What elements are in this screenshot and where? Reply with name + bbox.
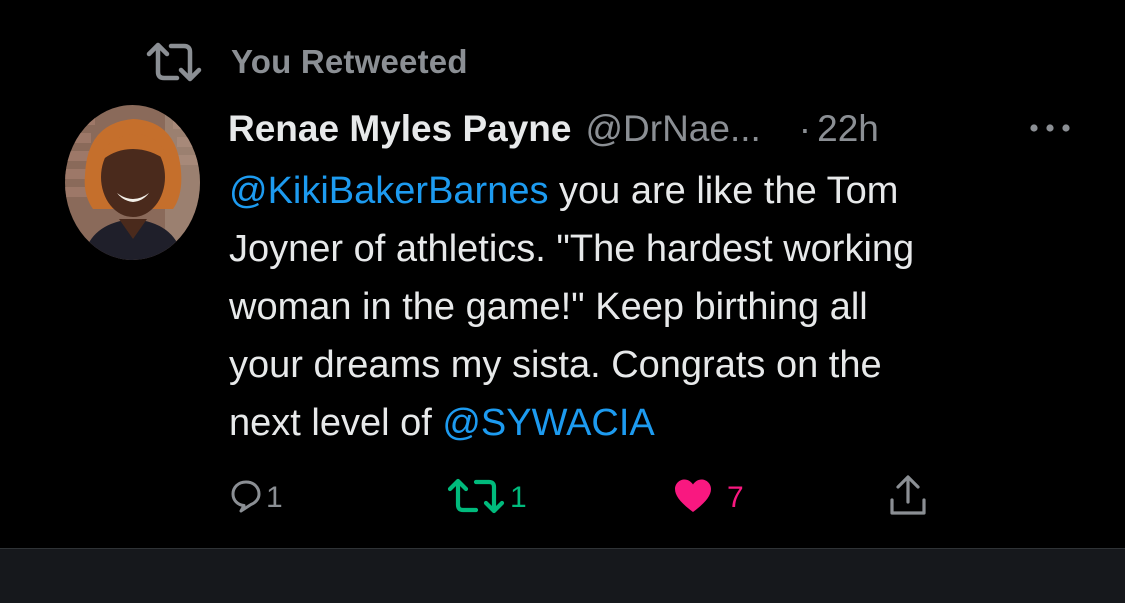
tweet-body-line: woman in the game!" Keep birthing all [229, 278, 1109, 336]
retweet-count: 1 [510, 481, 527, 514]
tweet-body-line: Joyner of athletics. "The hardest workin… [229, 220, 1109, 278]
tweet-text: you are like the Tom [548, 170, 899, 212]
reply-count: 1 [266, 481, 283, 514]
heart-icon [673, 478, 713, 519]
tweet-body-line: your dreams my sista. Congrats on the [229, 336, 1109, 394]
retweet-button[interactable]: 1 [446, 470, 527, 526]
retweet-label: You Retweeted [231, 43, 468, 80]
tweet-text: Joyner of athletics. "The hardest workin… [229, 228, 915, 270]
reply-bubble-icon [230, 479, 262, 518]
bottom-bar [0, 548, 1125, 603]
tweet-text: your dreams my sista. Congrats on the [229, 344, 882, 386]
reply-button[interactable]: 1 [230, 470, 283, 526]
like-count: 7 [727, 481, 744, 514]
author-handle[interactable]: @DrNae... [585, 108, 760, 150]
separator-dot: · [798, 108, 812, 149]
avatar[interactable] [65, 105, 200, 260]
tweet-body-line: next level of @SYWACIA [229, 394, 1109, 452]
tweet-actions: 1 1 7 [0, 470, 1125, 526]
share-icon [888, 474, 928, 523]
tweet-timestamp[interactable]: 22h [817, 108, 879, 150]
more-options-icon[interactable] [1028, 116, 1072, 140]
retweet-icon [145, 40, 203, 84]
retweet-icon [446, 477, 506, 520]
author-name[interactable]: Renae Myles Payne [228, 108, 571, 150]
tweet-body-line: @KikiBakerBarnes you are like the Tom [229, 162, 1109, 220]
tweet-header: Renae Myles Payne @DrNae... · 22h [228, 104, 1088, 154]
retweet-banner: You Retweeted [145, 40, 468, 84]
like-button[interactable]: 7 [673, 470, 744, 526]
tweet-card[interactable]: You Retweeted Renae Myles Payne @DrNae..… [0, 0, 1125, 548]
tweet-text: next level of [229, 402, 443, 444]
mention-link[interactable]: @KikiBakerBarnes [229, 170, 548, 212]
mention-link[interactable]: @SYWACIA [442, 402, 654, 444]
tweet-body: @KikiBakerBarnes you are like the Tom Jo… [229, 162, 1109, 452]
tweet-text: woman in the game!" Keep birthing all [229, 286, 868, 328]
share-button[interactable] [888, 470, 928, 526]
